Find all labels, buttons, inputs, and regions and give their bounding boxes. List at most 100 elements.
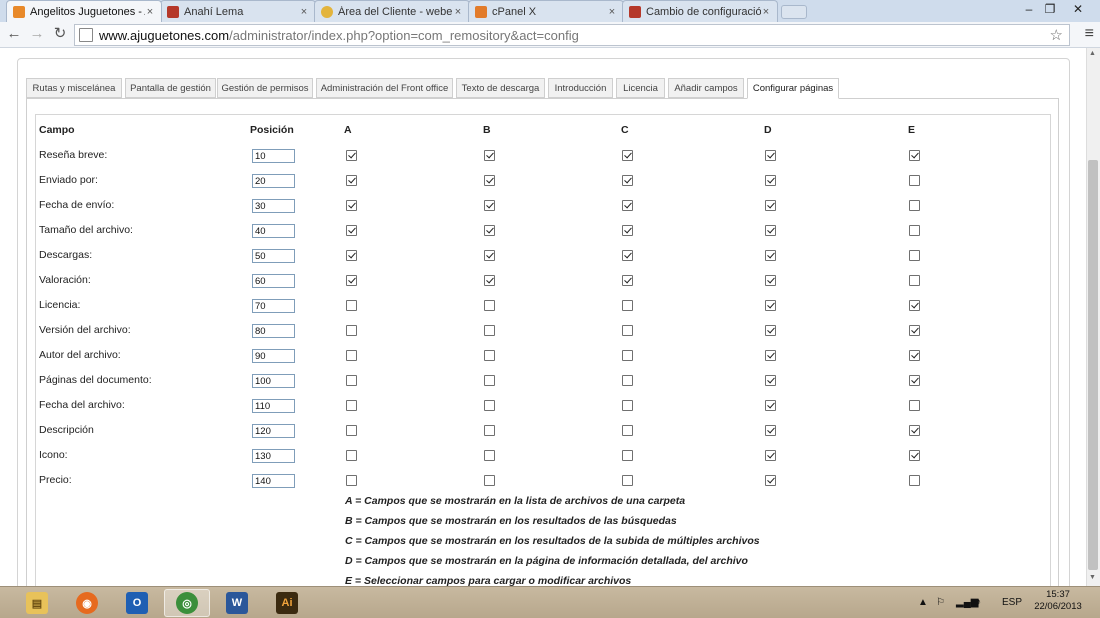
- position-input[interactable]: [252, 149, 295, 163]
- checkbox-e[interactable]: [909, 225, 920, 236]
- checkbox-c[interactable]: [622, 300, 633, 311]
- checkbox-e[interactable]: [909, 300, 920, 311]
- checkbox-b[interactable]: [484, 400, 495, 411]
- checkbox-e[interactable]: [909, 250, 920, 261]
- position-input[interactable]: [252, 199, 295, 213]
- checkbox-c[interactable]: [622, 425, 633, 436]
- position-input[interactable]: [252, 374, 295, 388]
- checkbox-d[interactable]: [765, 200, 776, 211]
- position-input[interactable]: [252, 324, 295, 338]
- position-input[interactable]: [252, 249, 295, 263]
- close-tab-icon[interactable]: ×: [145, 6, 155, 18]
- checkbox-a[interactable]: [346, 400, 357, 411]
- position-input[interactable]: [252, 449, 295, 463]
- checkbox-a[interactable]: [346, 175, 357, 186]
- checkbox-b[interactable]: [484, 200, 495, 211]
- config-tab-introduccion[interactable]: Introducción: [548, 78, 613, 98]
- checkbox-b[interactable]: [484, 175, 495, 186]
- taskbar-illustrator[interactable]: Ai: [264, 589, 310, 617]
- bookmark-star-icon[interactable]: ☆: [1050, 26, 1063, 44]
- checkbox-e[interactable]: [909, 325, 920, 336]
- checkbox-b[interactable]: [484, 450, 495, 461]
- checkbox-b[interactable]: [484, 475, 495, 486]
- scroll-down-arrow-icon[interactable]: ▼: [1089, 574, 1096, 581]
- checkbox-c[interactable]: [622, 475, 633, 486]
- browser-tab-anahi[interactable]: Anahí Lema ×: [160, 0, 316, 22]
- checkbox-b[interactable]: [484, 300, 495, 311]
- checkbox-d[interactable]: [765, 150, 776, 161]
- volume-icon[interactable]: ♪: [976, 597, 981, 608]
- browser-tab-area-cliente[interactable]: Área del Cliente - webemp ×: [314, 0, 470, 22]
- checkbox-a[interactable]: [346, 450, 357, 461]
- checkbox-c[interactable]: [622, 325, 633, 336]
- checkbox-e[interactable]: [909, 450, 920, 461]
- checkbox-c[interactable]: [622, 350, 633, 361]
- checkbox-d[interactable]: [765, 275, 776, 286]
- checkbox-b[interactable]: [484, 425, 495, 436]
- config-tab-front-office[interactable]: Administración del Front office: [316, 78, 453, 98]
- browser-menu-icon[interactable]: ≡: [1085, 25, 1094, 43]
- checkbox-a[interactable]: [346, 300, 357, 311]
- checkbox-a[interactable]: [346, 225, 357, 236]
- checkbox-d[interactable]: [765, 350, 776, 361]
- browser-tab-cpanel[interactable]: cPanel X ×: [468, 0, 624, 22]
- back-arrow-icon[interactable]: ←: [5, 25, 23, 43]
- taskbar-chrome[interactable]: ◎: [164, 589, 210, 617]
- checkbox-d[interactable]: [765, 225, 776, 236]
- scrollbar-thumb[interactable]: [1088, 160, 1098, 570]
- close-tab-icon[interactable]: ×: [761, 6, 771, 18]
- checkbox-d[interactable]: [765, 475, 776, 486]
- new-tab-button[interactable]: [781, 5, 807, 19]
- checkbox-e[interactable]: [909, 425, 920, 436]
- position-input[interactable]: [252, 224, 295, 238]
- checkbox-b[interactable]: [484, 150, 495, 161]
- taskbar-outlook[interactable]: O: [114, 589, 160, 617]
- position-input[interactable]: [252, 174, 295, 188]
- checkbox-e[interactable]: [909, 400, 920, 411]
- checkbox-c[interactable]: [622, 150, 633, 161]
- checkbox-c[interactable]: [622, 375, 633, 386]
- checkbox-b[interactable]: [484, 350, 495, 361]
- checkbox-e[interactable]: [909, 275, 920, 286]
- checkbox-c[interactable]: [622, 250, 633, 261]
- position-input[interactable]: [252, 274, 295, 288]
- checkbox-d[interactable]: [765, 425, 776, 436]
- checkbox-b[interactable]: [484, 325, 495, 336]
- taskbar-word[interactable]: W: [214, 589, 260, 617]
- maximize-button[interactable]: ❐: [1040, 2, 1060, 16]
- checkbox-c[interactable]: [622, 225, 633, 236]
- browser-tab-cambio-config[interactable]: Cambio de configuración ×: [622, 0, 778, 22]
- checkbox-c[interactable]: [622, 450, 633, 461]
- position-input[interactable]: [252, 349, 295, 363]
- checkbox-d[interactable]: [765, 300, 776, 311]
- checkbox-a[interactable]: [346, 475, 357, 486]
- checkbox-a[interactable]: [346, 275, 357, 286]
- show-hidden-icons-icon[interactable]: ▲: [918, 597, 928, 608]
- forward-arrow-icon[interactable]: →: [28, 25, 46, 43]
- taskbar-file-explorer[interactable]: ▤: [14, 589, 60, 617]
- position-input[interactable]: [252, 299, 295, 313]
- checkbox-c[interactable]: [622, 275, 633, 286]
- config-tab-pantalla-gestion[interactable]: Pantalla de gestión: [125, 78, 216, 98]
- checkbox-d[interactable]: [765, 450, 776, 461]
- position-input[interactable]: [252, 474, 295, 488]
- checkbox-e[interactable]: [909, 200, 920, 211]
- checkbox-d[interactable]: [765, 325, 776, 336]
- checkbox-d[interactable]: [765, 375, 776, 386]
- checkbox-e[interactable]: [909, 150, 920, 161]
- checkbox-a[interactable]: [346, 375, 357, 386]
- position-input[interactable]: [252, 424, 295, 438]
- browser-tab-angelitos[interactable]: Angelitos Juguetones - Ac ×: [6, 0, 162, 22]
- checkbox-a[interactable]: [346, 200, 357, 211]
- config-tab-texto-descarga[interactable]: Texto de descarga: [456, 78, 545, 98]
- close-window-button[interactable]: ✕: [1068, 2, 1088, 16]
- checkbox-e[interactable]: [909, 375, 920, 386]
- checkbox-a[interactable]: [346, 350, 357, 361]
- checkbox-c[interactable]: [622, 175, 633, 186]
- checkbox-b[interactable]: [484, 275, 495, 286]
- flag-icon[interactable]: ⚐: [936, 597, 945, 608]
- checkbox-e[interactable]: [909, 175, 920, 186]
- checkbox-b[interactable]: [484, 250, 495, 261]
- address-bar[interactable]: www.ajuguetones.com/administrator/index.…: [74, 24, 1070, 46]
- close-tab-icon[interactable]: ×: [299, 6, 309, 18]
